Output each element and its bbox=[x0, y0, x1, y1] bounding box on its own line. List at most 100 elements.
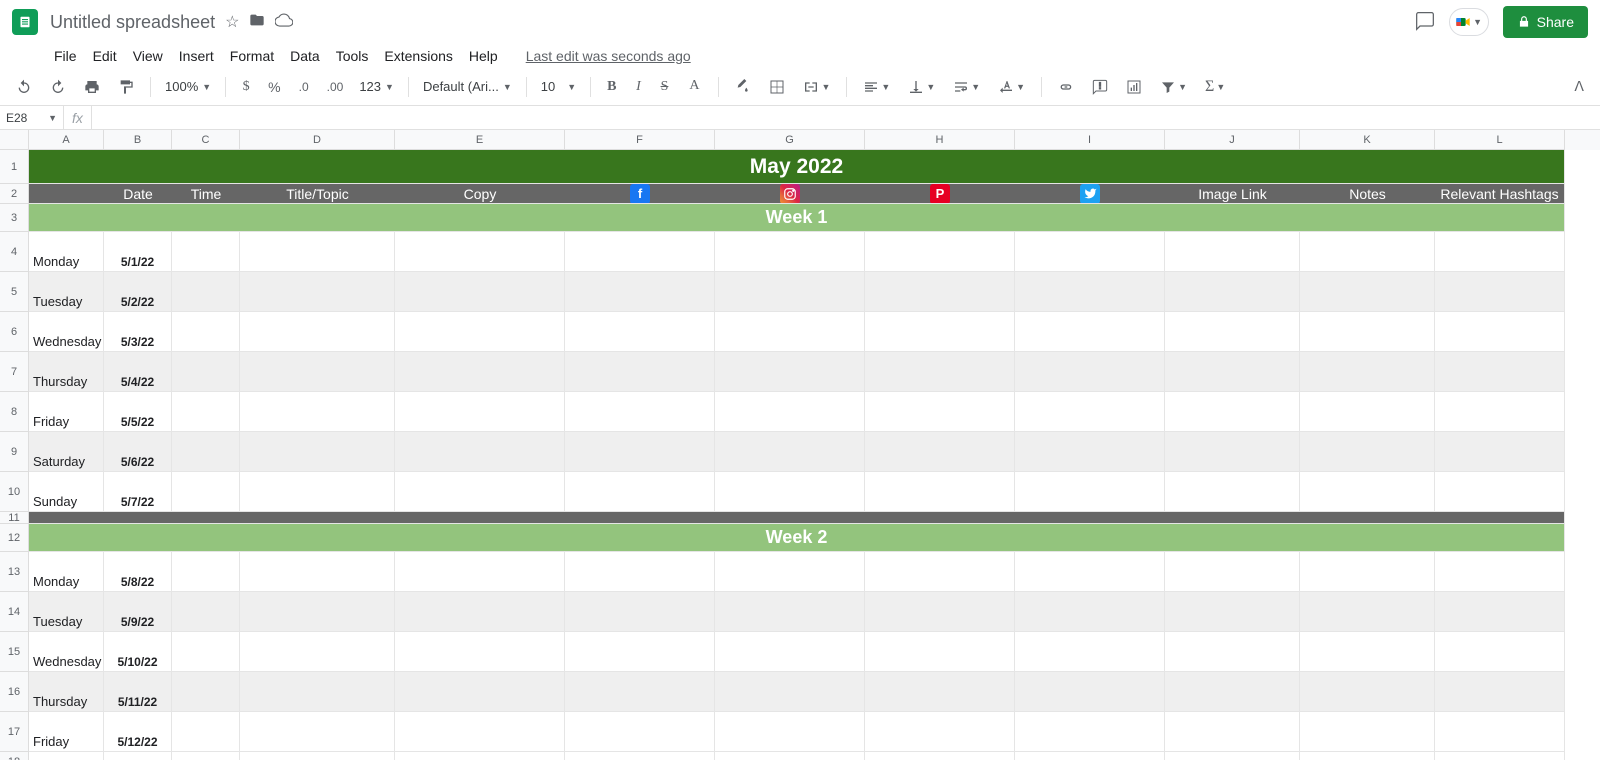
cell[interactable]: 5/9/22 bbox=[104, 592, 172, 632]
cell[interactable] bbox=[172, 232, 240, 272]
column-header-C[interactable]: C bbox=[172, 130, 240, 150]
name-box[interactable]: E28▼ bbox=[0, 106, 64, 129]
cell[interactable] bbox=[172, 672, 240, 712]
cell[interactable] bbox=[172, 592, 240, 632]
cell[interactable] bbox=[715, 632, 865, 672]
document-title[interactable]: Untitled spreadsheet bbox=[50, 12, 215, 33]
cell[interactable] bbox=[565, 432, 715, 472]
sheet-title[interactable]: May 2022 bbox=[29, 150, 1565, 184]
cell[interactable]: Copy bbox=[395, 184, 565, 204]
cell[interactable] bbox=[1435, 632, 1565, 672]
cell[interactable]: 5/11/22 bbox=[104, 672, 172, 712]
cell[interactable]: Thursday bbox=[29, 672, 104, 712]
cell[interactable] bbox=[1435, 232, 1565, 272]
cell[interactable] bbox=[172, 312, 240, 352]
cell[interactable] bbox=[1435, 272, 1565, 312]
cell[interactable]: Title/Topic bbox=[240, 184, 395, 204]
cell[interactable] bbox=[1015, 592, 1165, 632]
cell[interactable] bbox=[565, 752, 715, 760]
cell[interactable] bbox=[715, 392, 865, 432]
cell[interactable] bbox=[1300, 752, 1435, 760]
cell[interactable] bbox=[240, 392, 395, 432]
undo-icon[interactable] bbox=[10, 75, 38, 99]
menu-insert[interactable]: Insert bbox=[173, 46, 220, 66]
cell[interactable] bbox=[1435, 712, 1565, 752]
cell[interactable] bbox=[1015, 432, 1165, 472]
cell[interactable] bbox=[1165, 552, 1300, 592]
column-header-J[interactable]: J bbox=[1165, 130, 1300, 150]
cell[interactable] bbox=[240, 272, 395, 312]
cell[interactable] bbox=[1300, 312, 1435, 352]
cell[interactable] bbox=[715, 312, 865, 352]
cell[interactable] bbox=[1435, 392, 1565, 432]
cell[interactable]: Notes bbox=[1300, 184, 1435, 204]
cell[interactable] bbox=[1435, 552, 1565, 592]
cell[interactable] bbox=[172, 712, 240, 752]
cell[interactable] bbox=[715, 592, 865, 632]
menu-tools[interactable]: Tools bbox=[330, 46, 375, 66]
menu-format[interactable]: Format bbox=[224, 46, 280, 66]
cell[interactable] bbox=[240, 592, 395, 632]
cell[interactable] bbox=[715, 672, 865, 712]
cell[interactable] bbox=[865, 632, 1015, 672]
row-header[interactable]: 15 bbox=[0, 632, 29, 672]
font-select[interactable]: Default (Ari...▼ bbox=[419, 77, 516, 96]
cell[interactable]: Monday bbox=[29, 232, 104, 272]
cell[interactable]: 5/2/22 bbox=[104, 272, 172, 312]
collapse-toolbar-icon[interactable]: ᐱ bbox=[1568, 75, 1590, 99]
cell[interactable]: 5/12/22 bbox=[104, 712, 172, 752]
cell[interactable] bbox=[1435, 312, 1565, 352]
cell[interactable]: 5/7/22 bbox=[104, 472, 172, 512]
cell[interactable]: 5/4/22 bbox=[104, 352, 172, 392]
cell[interactable] bbox=[1165, 752, 1300, 760]
cell[interactable] bbox=[715, 472, 865, 512]
cell[interactable] bbox=[1165, 672, 1300, 712]
cell[interactable] bbox=[1300, 392, 1435, 432]
bold-icon[interactable]: B bbox=[601, 75, 622, 99]
cell[interactable] bbox=[395, 592, 565, 632]
cell[interactable] bbox=[172, 632, 240, 672]
cell[interactable] bbox=[240, 552, 395, 592]
cell[interactable] bbox=[172, 752, 240, 760]
cell[interactable] bbox=[395, 272, 565, 312]
cell[interactable] bbox=[1435, 592, 1565, 632]
cell[interactable] bbox=[1435, 752, 1565, 760]
row-header[interactable]: 7 bbox=[0, 352, 29, 392]
menu-view[interactable]: View bbox=[127, 46, 169, 66]
column-header-G[interactable]: G bbox=[715, 130, 865, 150]
cell[interactable] bbox=[715, 272, 865, 312]
cell[interactable] bbox=[172, 552, 240, 592]
cell[interactable] bbox=[395, 232, 565, 272]
italic-icon[interactable]: I bbox=[628, 75, 648, 99]
cell[interactable] bbox=[865, 552, 1015, 592]
borders-icon[interactable] bbox=[763, 75, 791, 99]
cell[interactable] bbox=[1165, 472, 1300, 512]
menu-file[interactable]: File bbox=[48, 46, 83, 66]
column-header-B[interactable]: B bbox=[104, 130, 172, 150]
cell[interactable]: P bbox=[865, 184, 1015, 204]
cell[interactable] bbox=[715, 352, 865, 392]
cell[interactable] bbox=[1015, 632, 1165, 672]
cell[interactable] bbox=[1435, 352, 1565, 392]
cell[interactable]: 5/5/22 bbox=[104, 392, 172, 432]
cell[interactable] bbox=[565, 352, 715, 392]
cell[interactable] bbox=[1435, 672, 1565, 712]
cell[interactable] bbox=[1165, 432, 1300, 472]
cell[interactable] bbox=[865, 312, 1015, 352]
cell[interactable] bbox=[1165, 712, 1300, 752]
insert-link-icon[interactable] bbox=[1052, 75, 1080, 99]
cell[interactable] bbox=[1165, 352, 1300, 392]
separator-row[interactable] bbox=[29, 512, 1565, 524]
filter-icon[interactable]: ▼ bbox=[1154, 75, 1193, 99]
star-icon[interactable]: ☆ bbox=[225, 12, 239, 32]
row-header[interactable]: 1 bbox=[0, 150, 29, 184]
cell[interactable] bbox=[1300, 712, 1435, 752]
move-icon[interactable] bbox=[249, 12, 265, 33]
cell[interactable] bbox=[565, 632, 715, 672]
cell[interactable] bbox=[1165, 272, 1300, 312]
cell[interactable] bbox=[1165, 232, 1300, 272]
sheets-app-icon[interactable] bbox=[12, 9, 38, 35]
cell[interactable] bbox=[565, 472, 715, 512]
cell[interactable] bbox=[240, 712, 395, 752]
cell[interactable]: Wednesday bbox=[29, 312, 104, 352]
